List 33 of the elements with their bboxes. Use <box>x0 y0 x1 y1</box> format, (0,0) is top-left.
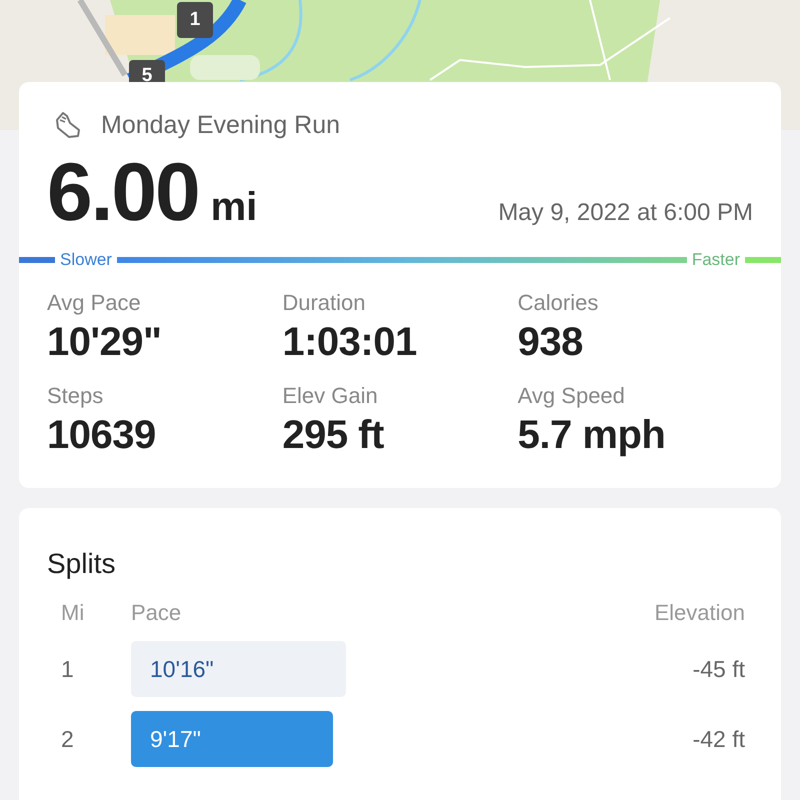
pace-scale-bar <box>745 257 781 263</box>
column-header: Elevation <box>653 600 746 626</box>
faster-label: Faster <box>692 250 740 270</box>
pace-bar: 10'16" <box>131 641 346 697</box>
stat-label: Avg Speed <box>518 383 626 409</box>
stat-value: 10639 <box>47 413 157 458</box>
route-marker[interactable]: 5 <box>129 60 165 82</box>
stat-value: 1:03:01 <box>282 320 418 365</box>
pace-bar: 9'17" <box>131 711 333 767</box>
stat-label: Calories <box>518 290 600 316</box>
column-header: Pace <box>131 600 182 626</box>
stat-value: 938 <box>518 320 584 365</box>
column-header: Mi <box>60 600 86 626</box>
shoe-icon <box>53 110 83 140</box>
mile-number: 2 <box>60 726 75 752</box>
activity-title: Monday Evening Run <box>101 110 340 140</box>
slower-label: Slower <box>60 250 112 270</box>
stat-value: 10'29" <box>47 320 162 365</box>
mile-number: 1 <box>60 656 75 682</box>
stat-label: Steps <box>47 383 104 409</box>
stat-value: 5.7 mph <box>518 413 666 458</box>
stat-label: Avg Pace <box>47 290 142 316</box>
activity-date: May 9, 2022 at 6:00 PM <box>498 199 753 227</box>
splits-title: Splits <box>47 548 116 580</box>
distance-unit: mi <box>210 185 258 230</box>
route-marker[interactable]: 1 <box>177 2 213 38</box>
stat-value: 295 ft <box>282 413 385 458</box>
distance-value: 6.00 <box>47 146 199 240</box>
elevation-value: -42 ft <box>692 726 746 752</box>
stat-label: Duration <box>282 290 366 316</box>
stat-label: Elev Gain <box>282 383 379 409</box>
pace-scale-bar <box>19 257 55 263</box>
elevation-value: -45 ft <box>692 656 746 682</box>
